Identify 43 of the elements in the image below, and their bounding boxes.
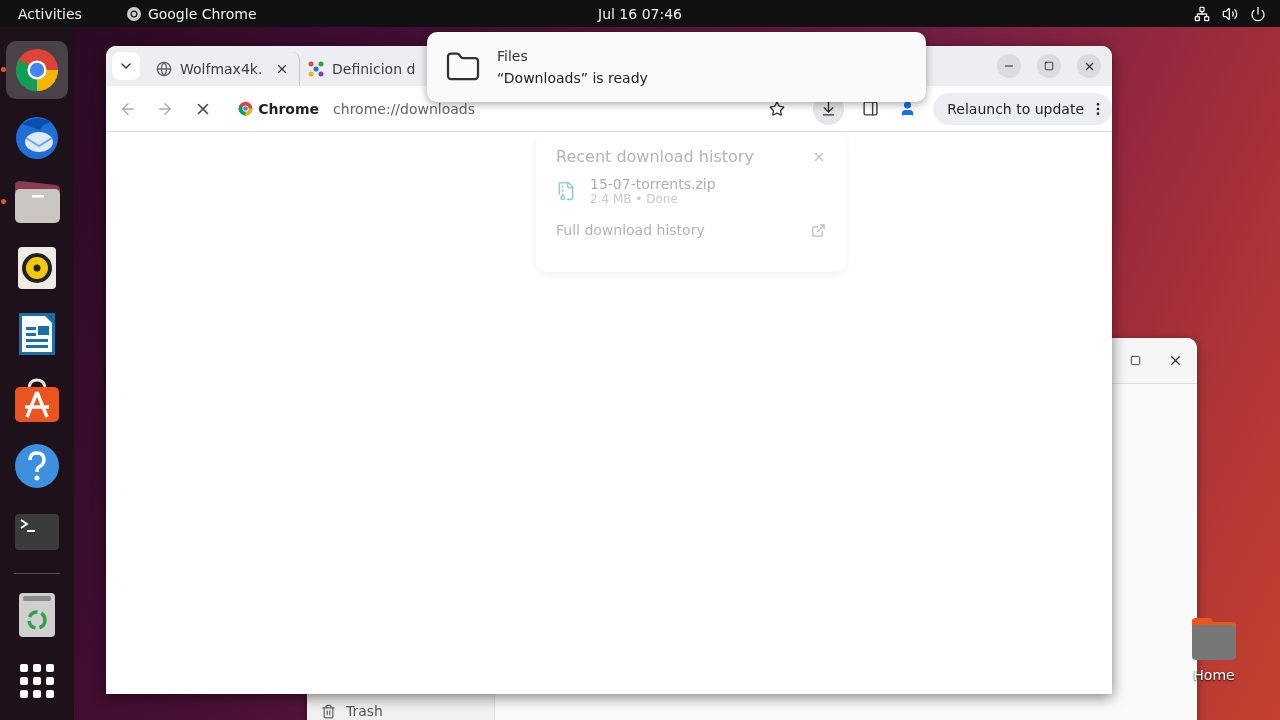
folder-icon[interactable]: [1190, 617, 1238, 661]
zip-file-icon: [556, 181, 576, 201]
app-grid-icon: [20, 664, 54, 698]
notification-app: Files: [497, 48, 529, 64]
recycle-bin-icon: [18, 592, 56, 638]
popup-title: Recent download history: [556, 147, 754, 166]
trash-icon: [321, 703, 336, 719]
globe-icon: [156, 61, 172, 77]
side-panel-icon: [861, 100, 879, 117]
power-icon[interactable]: [1250, 5, 1266, 22]
site-label: Chrome: [258, 100, 320, 117]
clock[interactable]: Jul 16 07:46: [598, 5, 682, 22]
volume-icon[interactable]: [1222, 5, 1238, 22]
notification[interactable]: Files “Downloads” is ready: [427, 32, 926, 102]
dock-item[interactable]: [6, 41, 68, 99]
bookmark-star-icon[interactable]: [769, 100, 786, 117]
chrome-icon: [14, 47, 60, 93]
folder-icon: [12, 179, 62, 225]
app-menu[interactable]: Google Chrome: [147, 5, 257, 22]
terminal-icon: [14, 513, 60, 551]
close-button[interactable]: [1077, 54, 1101, 78]
help-icon: [14, 443, 60, 489]
person-icon: [899, 100, 916, 117]
chrome-icon: [125, 5, 142, 22]
activities-button[interactable]: Activities: [18, 5, 82, 22]
chrome-icon: [238, 101, 254, 116]
close-icon[interactable]: [275, 62, 289, 76]
maximize-icon: [1044, 61, 1054, 71]
url-text: chrome://downloads: [333, 100, 477, 117]
relaunch-button[interactable]: Relaunch to update: [933, 92, 1112, 125]
minimize-button[interactable]: [997, 54, 1021, 78]
sidebar-item[interactable]: Trash: [307, 696, 494, 720]
molecule-icon: [308, 61, 324, 77]
maximize-icon: [1129, 355, 1141, 366]
speaker-icon: [17, 246, 57, 290]
browser-tab[interactable]: Wolfmax4k.: [148, 52, 300, 86]
sidebar-label: Trash: [346, 703, 383, 719]
shopping-bag-icon: [14, 377, 60, 423]
network-icon[interactable]: [1194, 5, 1210, 22]
document-icon: [17, 311, 57, 357]
notification-message: “Downloads” is ready: [497, 70, 648, 86]
maximize-button[interactable]: [1037, 54, 1061, 78]
tab-search-button[interactable]: [112, 52, 140, 80]
